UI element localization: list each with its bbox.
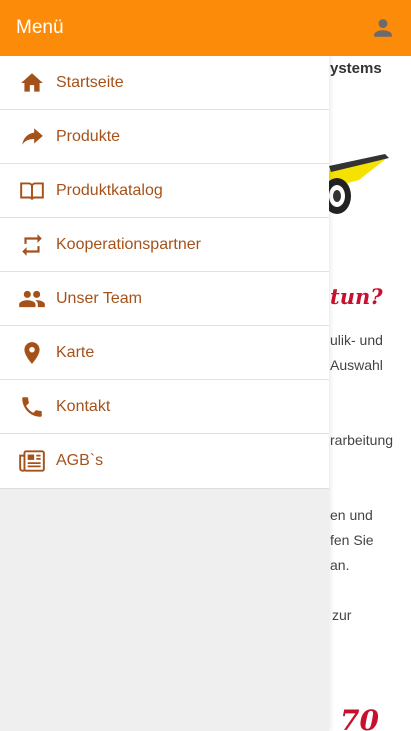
menu-item-karte[interactable]: Karte <box>0 326 329 380</box>
menu-item-agbs[interactable]: AGB`s <box>0 434 329 488</box>
book-icon <box>18 177 46 205</box>
repeat-icon <box>18 231 46 259</box>
menu-item-label: Kontakt <box>56 397 111 415</box>
background-line: rarbeitung <box>330 432 394 448</box>
menu-item-startseite[interactable]: Startseite <box>0 56 329 110</box>
app-header: Menü <box>0 0 411 56</box>
menu-item-label: Unser Team <box>56 289 142 307</box>
background-line: fen Sie <box>330 532 374 548</box>
menu-item-produkte[interactable]: Produkte <box>0 110 329 164</box>
background-line: Auswahl <box>330 357 383 373</box>
menu-item-unser-team[interactable]: Unser Team <box>0 272 329 326</box>
home-icon <box>18 69 46 97</box>
menu-item-label: Startseite <box>56 73 124 91</box>
logo-image <box>323 148 411 228</box>
menu-item-label: Kooperationspartner <box>56 235 201 253</box>
background-line: zur <box>332 607 352 623</box>
account-icon[interactable] <box>371 16 395 40</box>
background-brand-text: ystems <box>330 60 382 77</box>
menu-item-kooperationspartner[interactable]: Kooperationspartner <box>0 218 329 272</box>
menu-item-kontakt[interactable]: Kontakt <box>0 380 329 434</box>
menu-item-produktkatalog[interactable]: Produktkatalog <box>0 164 329 218</box>
group-icon <box>18 285 46 313</box>
map-pin-icon <box>18 339 46 367</box>
background-line: an. <box>330 557 350 573</box>
menu-item-label: Produkte <box>56 127 121 145</box>
navigation-drawer: Startseite Produkte Produktkatalog Koope… <box>0 56 329 731</box>
header-title: Menü <box>16 17 64 38</box>
background-line: en und <box>330 507 373 523</box>
background-line: ulik- und <box>330 332 383 348</box>
background-number: 70 <box>340 704 379 731</box>
menu-item-label: Karte <box>56 343 95 361</box>
phone-icon <box>18 393 46 421</box>
share-arrow-icon <box>18 123 46 151</box>
menu-item-label: Produktkatalog <box>56 181 163 199</box>
menu-item-label: AGB`s <box>56 452 104 469</box>
menu-list: Startseite Produkte Produktkatalog Koope… <box>0 56 329 489</box>
background-slogan: tun? <box>330 284 383 309</box>
newspaper-icon <box>18 447 46 475</box>
